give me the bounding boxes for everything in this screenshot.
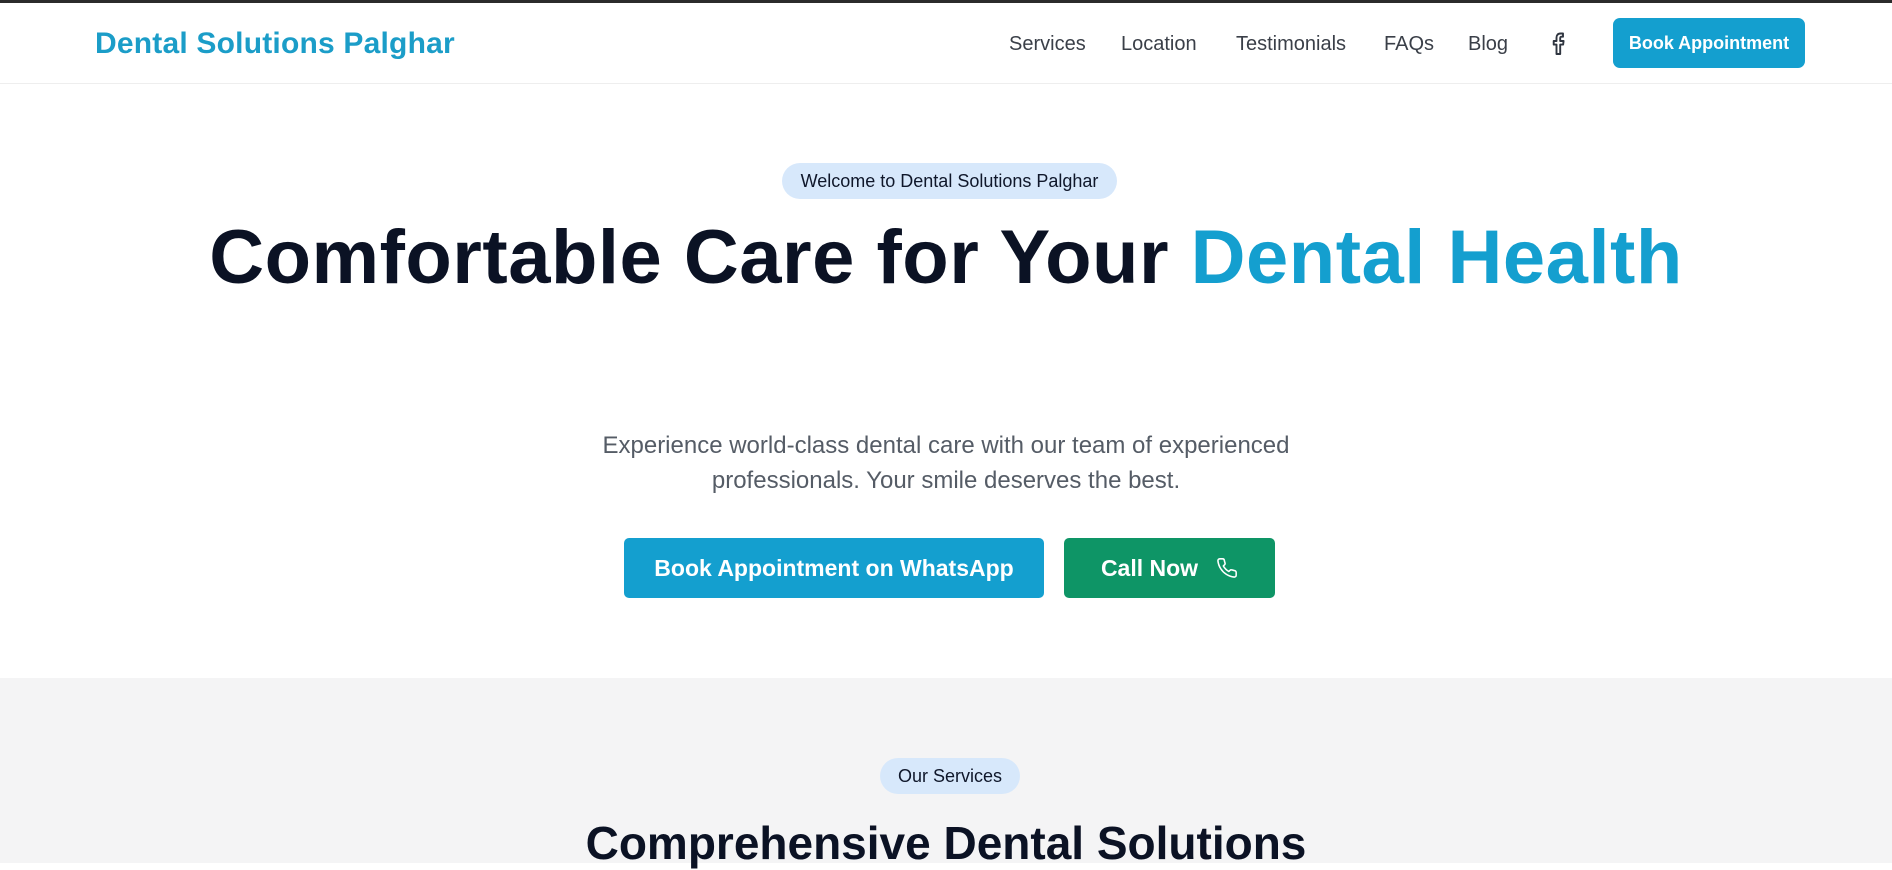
book-appointment-button[interactable]: Book Appointment [1613, 18, 1805, 68]
services-section: Our Services Comprehensive Dental Soluti… [0, 678, 1892, 869]
hero-section: Welcome to Dental Solutions Palghar Comf… [0, 84, 1892, 678]
services-title: Comprehensive Dental Solutions [585, 817, 1307, 869]
nav-link-blog[interactable]: Blog [1468, 33, 1508, 56]
facebook-icon[interactable] [1549, 31, 1571, 57]
site-logo[interactable]: Dental Solutions Palghar [95, 27, 455, 61]
welcome-badge: Welcome to Dental Solutions Palghar [782, 163, 1117, 199]
services-badge: Our Services [880, 758, 1020, 794]
whatsapp-appointment-button[interactable]: Book Appointment on WhatsApp [624, 538, 1044, 598]
hero-title-accent: Dental Health [1190, 215, 1683, 300]
nav-link-location[interactable]: Location [1121, 33, 1197, 56]
site-header: Dental Solutions Palghar Services Locati… [0, 3, 1892, 84]
nav-link-faqs[interactable]: FAQs [1384, 33, 1434, 56]
nav-link-services[interactable]: Services [1009, 33, 1086, 56]
call-now-button[interactable]: Call Now [1064, 538, 1275, 598]
hero-subtitle: Experience world-class dental care with … [602, 432, 1290, 494]
hero-title: Comfortable Care for Your Dental Health [0, 214, 1892, 301]
hero-title-main: Comfortable Care for Your [209, 215, 1191, 300]
nav-link-testimonials[interactable]: Testimonials [1236, 33, 1346, 56]
call-now-label: Call Now [1100, 554, 1199, 581]
phone-icon [1216, 557, 1238, 579]
